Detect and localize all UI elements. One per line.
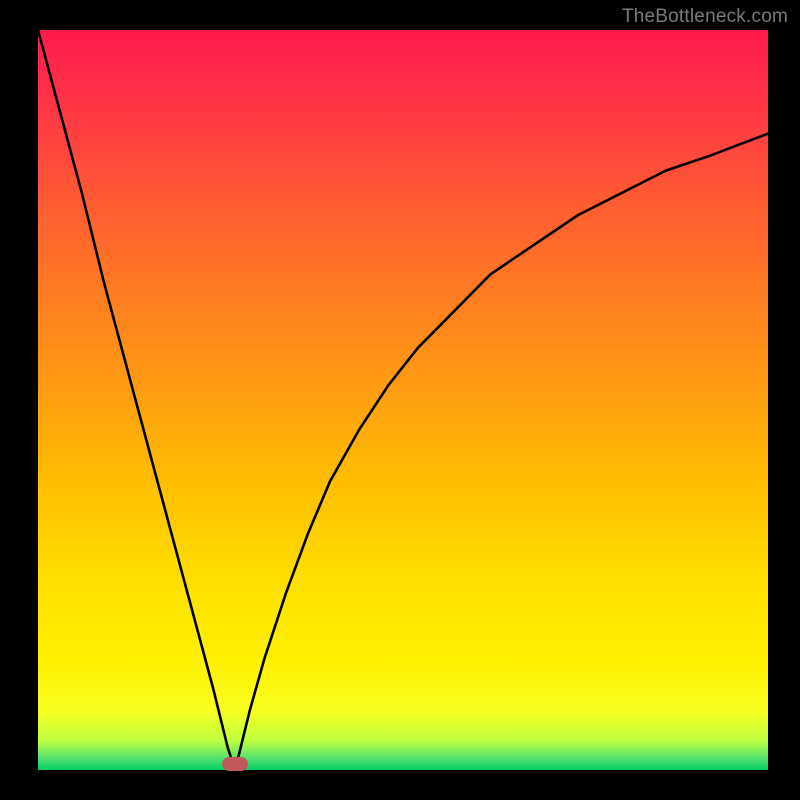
plot-area (38, 30, 768, 770)
chart-frame: TheBottleneck.com (0, 0, 800, 800)
minimum-marker (222, 757, 248, 771)
attribution-text: TheBottleneck.com (622, 6, 788, 28)
